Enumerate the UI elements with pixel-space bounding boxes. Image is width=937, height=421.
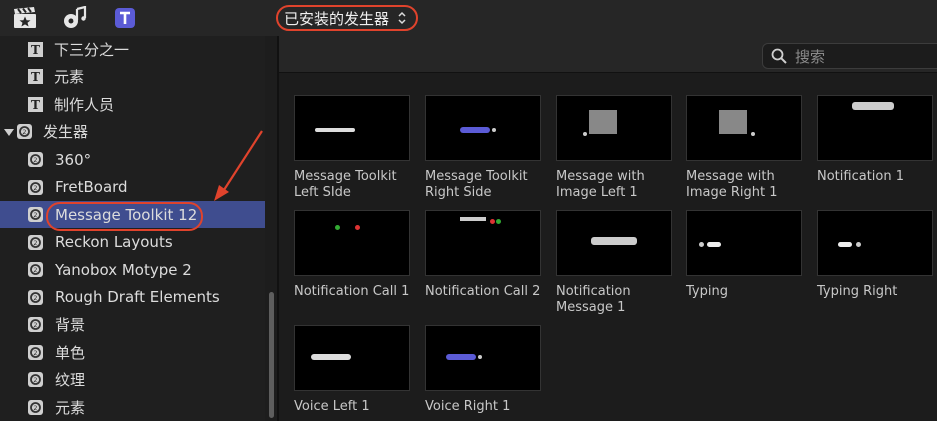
tile-label: Notification Call 2: [425, 284, 541, 299]
tile-label: Message with Image Left 1: [556, 169, 645, 200]
search-field[interactable]: 搜索: [762, 43, 937, 69]
sidebar-item-label: 背景: [55, 316, 86, 334]
search-placeholder: 搜索: [795, 47, 826, 66]
generator-tile-typing[interactable]: Typing: [686, 210, 802, 300]
tile-thumbnail[interactable]: [817, 210, 933, 276]
disclosure-triangle-icon[interactable]: [4, 127, 14, 137]
generator-tile-voice-left-1[interactable]: Voice Left 1: [294, 325, 410, 415]
generator-tile-message-toolkit-right-side[interactable]: Message Toolkit Right Side: [425, 95, 541, 201]
sidebar-item-label: 单色: [55, 343, 86, 362]
generator-icon: 2: [28, 289, 43, 305]
tile-thumbnail[interactable]: [556, 210, 672, 276]
svg-text:2: 2: [33, 184, 37, 192]
svg-text:2: 2: [33, 404, 37, 412]
selection-annotation-ring: [46, 202, 203, 231]
svg-text:2: 2: [33, 321, 37, 329]
tile-thumbnail[interactable]: [294, 325, 410, 391]
sidebar-item-elements-titles[interactable]: T 元素: [0, 63, 265, 90]
generator-icon: 2: [28, 372, 43, 387]
generator-tile-notification-call-2[interactable]: Notification Call 2: [425, 210, 541, 300]
tile-label: Notification Message 1: [556, 284, 631, 315]
title-icon: T: [28, 97, 43, 112]
generator-icon: 2: [28, 399, 43, 415]
generator-tile-message-with-image-left-1[interactable]: Message with Image Left 1: [556, 95, 672, 201]
sidebar-item-label: Rough Draft Elements: [55, 288, 220, 306]
tile-label: Voice Left 1: [294, 399, 370, 414]
generator-tile-voice-right-1[interactable]: Voice Right 1: [425, 325, 541, 415]
svg-text:2: 2: [33, 239, 37, 247]
generator-icon: 2: [28, 152, 43, 167]
title-icon: T: [28, 69, 43, 84]
popup-label: 已安装的发生器: [284, 9, 390, 28]
generator-icon: 2: [28, 262, 43, 277]
svg-text:2: 2: [33, 349, 37, 357]
annotation-arrow: [214, 130, 263, 201]
svg-text:2: 2: [33, 156, 37, 164]
tile-thumbnail[interactable]: [425, 95, 541, 161]
tile-label: Typing: [686, 284, 728, 299]
generator-tile-typing-right[interactable]: Typing Right: [817, 210, 933, 300]
generator-icon: 2: [28, 234, 43, 250]
generator-tile-notification-1[interactable]: Notification 1: [817, 95, 933, 185]
tile-thumbnail[interactable]: [686, 95, 802, 161]
sidebar-item-solids[interactable]: 2 单色: [0, 339, 265, 366]
tile-thumbnail[interactable]: [556, 95, 672, 161]
tile-thumbnail[interactable]: [817, 95, 933, 161]
generator-icon: 2: [28, 179, 43, 195]
sidebar-item-reckon-layouts[interactable]: 2 Reckon Layouts: [0, 229, 265, 256]
tile-thumbnail[interactable]: [425, 210, 541, 276]
generator-icon: 2: [28, 317, 43, 332]
tile-label: Typing Right: [817, 284, 898, 299]
tile-thumbnail[interactable]: [294, 210, 410, 276]
svg-text:2: 2: [33, 211, 37, 219]
generator-icon: 2: [28, 207, 43, 222]
sidebar-category-label: 发生器: [43, 123, 89, 141]
sidebar-scrollbar-thumb[interactable]: [269, 292, 274, 418]
tile-label: Message with Image Right 1: [686, 169, 778, 200]
sidebar-item-label: Yanobox Motype 2: [55, 260, 192, 279]
sidebar-item-lower-thirds[interactable]: T 下三分之一: [0, 36, 265, 63]
chevron-updown-icon: [398, 11, 406, 25]
tile-label: Notification Call 1: [294, 284, 410, 299]
sidebar-item-backgrounds[interactable]: 2 背景: [0, 311, 265, 338]
sidebar-item-credits[interactable]: T 制作人员: [0, 91, 265, 118]
toolbar: [0, 0, 937, 36]
sidebar-item-rough-draft-elements[interactable]: 2 Rough Draft Elements: [0, 284, 265, 311]
svg-text:2: 2: [33, 266, 37, 274]
generator-tile-notification-call-1[interactable]: Notification Call 1: [294, 210, 410, 300]
titles-icon[interactable]: [112, 6, 138, 30]
sidebar-item-textures[interactable]: 2 纹理: [0, 366, 265, 393]
sidebar-item-label: 元素: [55, 398, 86, 417]
generator-icon: 2: [28, 344, 43, 360]
tile-label: Voice Right 1: [425, 399, 511, 414]
sidebar-item-yanobox-motype-2[interactable]: 2 Yanobox Motype 2: [0, 256, 265, 283]
sidebar-item-label: FretBoard: [55, 178, 128, 196]
tile-thumbnail[interactable]: [425, 325, 541, 391]
sidebar-item-label: 纹理: [55, 371, 86, 389]
tile-thumbnail[interactable]: [294, 95, 410, 161]
music-camera-icon[interactable]: [62, 6, 88, 30]
tile-label: Message Toolkit Left SIde: [294, 169, 397, 200]
sidebar-item-label: 下三分之一: [54, 41, 130, 59]
generator-icon: 2: [17, 124, 32, 139]
sidebar-item-label: 制作人员: [54, 96, 115, 114]
title-icon: T: [28, 42, 43, 57]
svg-text:2: 2: [22, 128, 26, 136]
tile-thumbnail[interactable]: [686, 210, 802, 276]
sidebar-item-label: 360°: [55, 150, 92, 169]
sidebar-item-elements[interactable]: 2 元素: [0, 394, 265, 421]
search-icon: [771, 48, 787, 64]
svg-text:2: 2: [33, 376, 37, 384]
generator-tile-message-with-image-right-1[interactable]: Message with Image Right 1: [686, 95, 802, 201]
generator-tile-message-toolkit-left-side[interactable]: Message Toolkit Left SIde: [294, 95, 410, 201]
tile-label: Message Toolkit Right Side: [425, 169, 528, 200]
generator-tile-notification-message-1[interactable]: Notification Message 1: [556, 210, 672, 316]
sidebar-item-label: Reckon Layouts: [55, 233, 173, 251]
tile-label: Notification 1: [817, 169, 904, 184]
installed-generators-popup[interactable]: 已安装的发生器: [276, 5, 418, 31]
sidebar-item-label: 元素: [54, 68, 85, 86]
clapper-star-icon[interactable]: [12, 6, 38, 30]
svg-text:2: 2: [33, 294, 37, 302]
